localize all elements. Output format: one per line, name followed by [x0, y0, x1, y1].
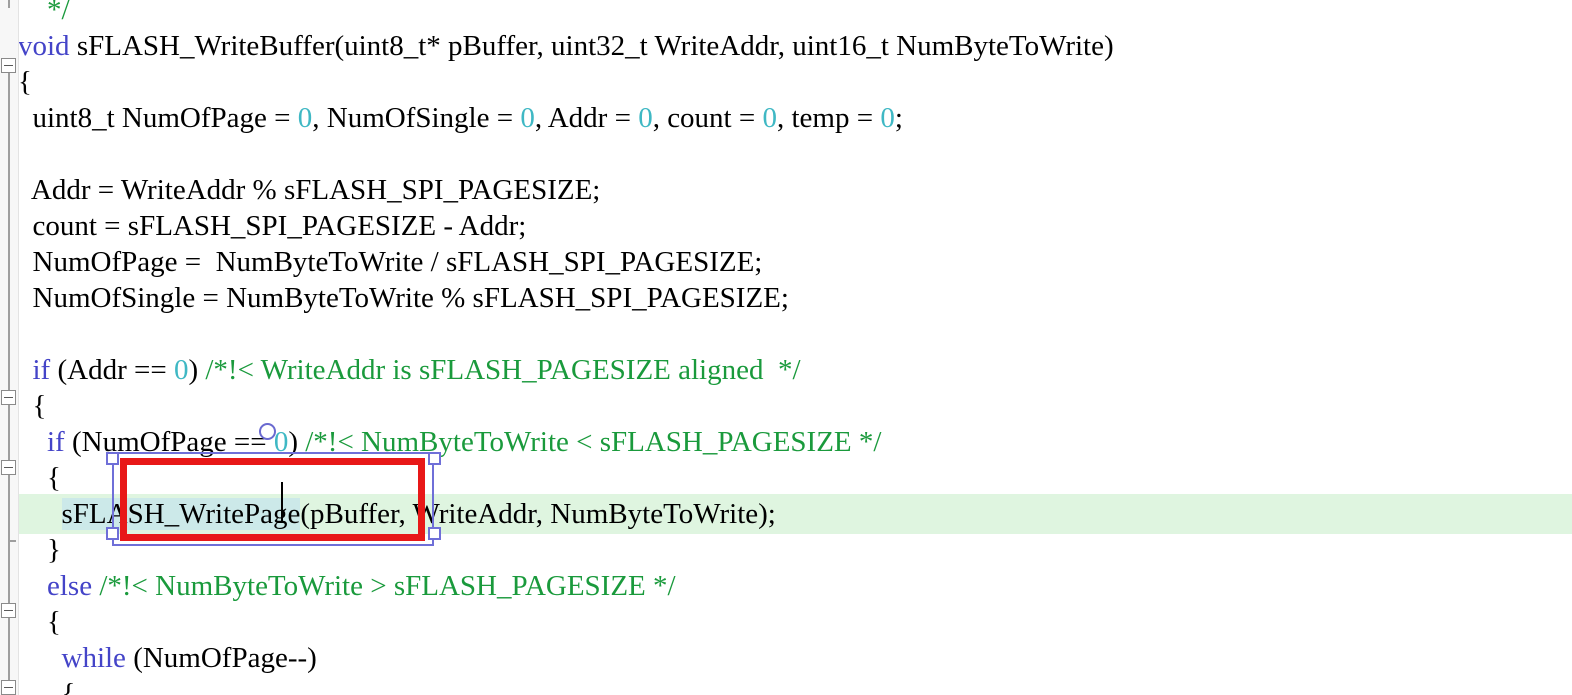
- code-token-plain: (NumOfPage--): [125, 642, 317, 674]
- code-line[interactable]: */: [18, 0, 1572, 28]
- code-token-number: 0: [173, 354, 189, 386]
- code-folding-gutter[interactable]: [0, 0, 19, 695]
- code-token-plain: NumOfPage = NumByteToWrite / sFLASH_SPI_…: [32, 246, 763, 278]
- code-token-plain: {: [32, 390, 47, 422]
- code-token-comment: /*!< WriteAddr is sFLASH_PAGESIZE aligne…: [205, 354, 801, 386]
- fold-marker-function-body[interactable]: [1, 58, 16, 73]
- code-line[interactable]: Addr = WriteAddr % sFLASH_SPI_PAGESIZE;: [18, 172, 1572, 208]
- code-token-plain: (Addr ==: [50, 354, 174, 386]
- code-line[interactable]: {: [18, 64, 1572, 100]
- code-token-plain: {: [61, 678, 76, 695]
- code-token-plain: ): [188, 354, 206, 386]
- code-token-keyword: if: [32, 354, 51, 386]
- code-token-plain: Addr = WriteAddr % sFLASH_SPI_PAGESIZE;: [30, 174, 601, 206]
- code-line[interactable]: {: [18, 388, 1572, 424]
- code-token-keyword: else: [47, 570, 93, 602]
- code-token-keyword: while: [61, 642, 126, 674]
- resize-handle-top-left[interactable]: [106, 452, 119, 465]
- code-token-comment: */: [47, 0, 70, 26]
- ring-cursor-pointer: [259, 423, 276, 440]
- fold-region-spine: [8, 72, 10, 390]
- code-line[interactable]: {: [18, 676, 1572, 695]
- fold-marker-inner-block[interactable]: [1, 460, 16, 475]
- code-token-plain: uint8_t NumOfPage =: [32, 102, 298, 134]
- fold-region-spine: [8, 618, 10, 680]
- code-token-plain: , temp =: [776, 102, 881, 134]
- code-line[interactable]: if (Addr == 0) /*!< WriteAddr is sFLASH_…: [18, 352, 1572, 388]
- code-line[interactable]: else /*!< NumByteToWrite > sFLASH_PAGESI…: [18, 568, 1572, 604]
- code-token-plain: , count =: [652, 102, 763, 134]
- code-token-number: 0: [638, 102, 653, 134]
- code-line[interactable]: {: [18, 604, 1572, 640]
- resize-handle-top-right[interactable]: [428, 452, 441, 465]
- code-token-comment: /*!< NumByteToWrite > sFLASH_PAGESIZE */: [99, 570, 676, 602]
- code-token-plain: , Addr =: [534, 102, 639, 134]
- fold-marker-else-block[interactable]: [1, 603, 16, 618]
- code-token-plain: NumOfSingle = NumByteToWrite % sFLASH_SP…: [32, 282, 789, 314]
- code-line[interactable]: count = sFLASH_SPI_PAGESIZE - Addr;: [18, 208, 1572, 244]
- code-token-plain: , NumOfSingle =: [312, 102, 521, 134]
- fold-marker-if-block[interactable]: [1, 390, 16, 405]
- fold-region-spine: [8, 0, 10, 8]
- code-line[interactable]: uint8_t NumOfPage = 0, NumOfSingle = 0, …: [18, 100, 1572, 136]
- code-token-plain: }: [47, 534, 61, 566]
- code-token-number: 0: [520, 102, 535, 134]
- fold-region-end-tick: [8, 540, 16, 542]
- code-line[interactable]: [18, 136, 1572, 172]
- fold-marker-while-block[interactable]: [1, 680, 16, 695]
- code-line[interactable]: [18, 316, 1572, 352]
- object-selection-frame[interactable]: [112, 452, 434, 546]
- code-editor-viewport[interactable]: */void sFLASH_WriteBuffer(uint8_t* pBuff…: [0, 0, 1572, 695]
- code-token-number: 0: [297, 102, 313, 134]
- code-line[interactable]: while (NumOfPage--): [18, 640, 1572, 676]
- code-token-number: 0: [762, 102, 777, 134]
- code-token-plain: {: [47, 462, 61, 494]
- code-token-plain: {: [18, 66, 32, 98]
- code-line[interactable]: void sFLASH_WriteBuffer(uint8_t* pBuffer…: [18, 28, 1572, 64]
- code-token-plain: {: [47, 606, 61, 638]
- code-token-keyword: if: [47, 426, 65, 458]
- code-token-plain: sFLASH_WriteBuffer(uint8_t* pBuffer, uin…: [69, 30, 1114, 62]
- code-text-area[interactable]: */void sFLASH_WriteBuffer(uint8_t* pBuff…: [18, 0, 1572, 695]
- code-line[interactable]: NumOfPage = NumByteToWrite / sFLASH_SPI_…: [18, 244, 1572, 280]
- resize-handle-bottom-left[interactable]: [106, 527, 119, 540]
- resize-handle-bottom-right[interactable]: [428, 527, 441, 540]
- fold-region-spine: [8, 405, 10, 460]
- fold-region-spine: [8, 475, 10, 603]
- code-line[interactable]: NumOfSingle = NumByteToWrite % sFLASH_SP…: [18, 280, 1572, 316]
- code-token-number: 0: [880, 102, 895, 134]
- code-token-keyword: void: [18, 30, 70, 62]
- code-token-plain: count = sFLASH_SPI_PAGESIZE - Addr;: [32, 210, 527, 242]
- code-token-plain: ;: [894, 102, 903, 134]
